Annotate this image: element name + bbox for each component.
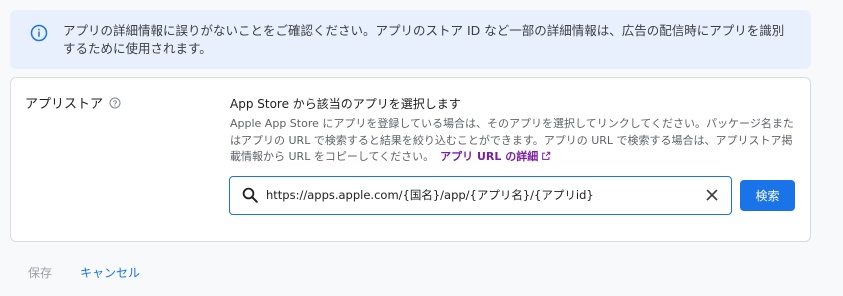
section-label: アプリストア	[25, 93, 121, 112]
app-store-card: アプリストア App Store から該当のアプリを選択します Apple Ap…	[10, 77, 811, 242]
description: Apple App Store にアプリを登録している場合は、そのアプリを選択し…	[230, 116, 795, 166]
search-button[interactable]: 検索	[740, 180, 795, 211]
info-banner: アプリの詳細情報に誤りがないことをご確認ください。アプリのストア ID など一部…	[10, 10, 811, 69]
info-icon	[30, 24, 48, 42]
info-text: アプリの詳細情報に誤りがないことをご確認ください。アプリのストア ID など一部…	[63, 23, 785, 56]
details-link[interactable]: アプリ URL の詳細	[440, 150, 551, 163]
cancel-button[interactable]: キャンセル	[80, 264, 140, 281]
save-button[interactable]: 保存	[28, 264, 52, 281]
select-title: App Store から該当のアプリを選択します	[230, 97, 461, 111]
close-icon[interactable]	[703, 186, 721, 204]
search-box	[229, 176, 732, 215]
search-icon	[242, 187, 258, 203]
external-link-icon	[542, 151, 551, 160]
search-input[interactable]	[266, 185, 686, 205]
section-label-text: アプリストア	[25, 97, 104, 112]
help-icon[interactable]	[109, 97, 121, 109]
details-link-text: アプリ URL の詳細	[440, 150, 539, 163]
